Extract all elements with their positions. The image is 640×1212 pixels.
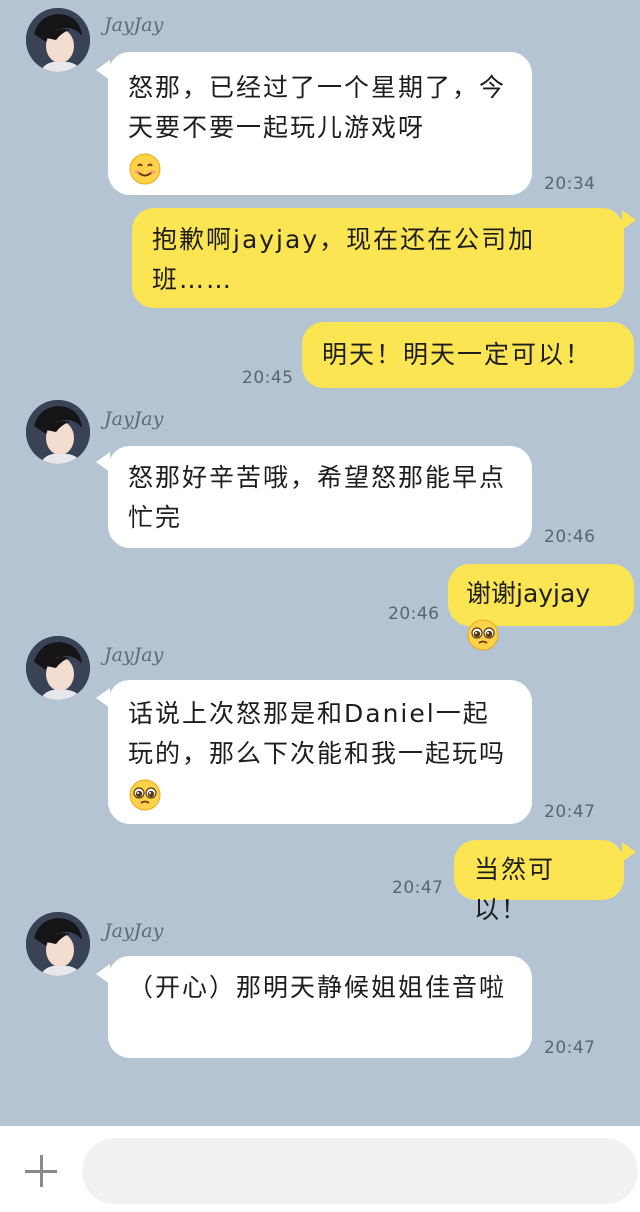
message-text: 怒那，已经过了一个星期了，今天要不要一起玩儿游戏呀	[128, 73, 507, 142]
message-bubble-outgoing[interactable]: 抱歉啊jayjay，现在还在公司加班……	[132, 208, 624, 308]
message-bubble-incoming[interactable]: （开心）那明天静候姐姐佳音啦	[108, 956, 532, 1058]
timestamp: 20:47	[544, 802, 596, 822]
chat-area[interactable]: JayJay 怒那，已经过了一个星期了，今天要不要一起玩儿游戏呀 20:34 抱…	[0, 0, 640, 1126]
sender-name: JayJay	[104, 644, 164, 666]
message-bubble-outgoing[interactable]: 明天！明天一定可以！	[302, 322, 634, 388]
message-input[interactable]	[82, 1138, 638, 1204]
pleading-face-icon	[129, 779, 161, 811]
message-text: 怒那好辛苦哦，希望怒那能早点忙完	[128, 463, 507, 532]
message-text: 谢谢jayjay	[466, 579, 591, 608]
timestamp: 20:34	[544, 174, 596, 194]
sender-name: JayJay	[104, 14, 164, 36]
message-bubble-incoming[interactable]: 怒那好辛苦哦，希望怒那能早点忙完	[108, 446, 532, 548]
timestamp: 20:46	[388, 604, 440, 624]
message-text: 当然可以！	[474, 855, 556, 924]
avatar[interactable]	[26, 912, 90, 976]
timestamp: 20:46	[544, 527, 596, 547]
message-text: 话说上次怒那是和Daniel一起玩的，那么下次能和我一起玩吗	[128, 699, 507, 768]
message-bubble-outgoing[interactable]: 当然可以！	[454, 840, 624, 924]
message-bubble-outgoing[interactable]: 谢谢jayjay	[448, 564, 634, 651]
sender-name: JayJay	[104, 920, 164, 942]
message-text: （开心）那明天静候姐姐佳音啦	[128, 973, 507, 1002]
avatar[interactable]	[26, 400, 90, 464]
message-text: 明天！明天一定可以！	[322, 340, 593, 369]
timestamp: 20:45	[242, 368, 294, 388]
timestamp: 20:47	[544, 1038, 596, 1058]
pleading-face-icon	[467, 619, 499, 651]
message-bubble-incoming[interactable]: 话说上次怒那是和Daniel一起玩的，那么下次能和我一起玩吗	[108, 680, 532, 824]
sender-name: JayJay	[104, 408, 164, 430]
add-attachment-button[interactable]	[20, 1150, 64, 1194]
timestamp: 20:47	[392, 878, 444, 898]
message-bubble-incoming[interactable]: 怒那，已经过了一个星期了，今天要不要一起玩儿游戏呀	[108, 52, 532, 195]
avatar[interactable]	[26, 8, 90, 72]
message-text: 抱歉啊jayjay，现在还在公司加班……	[152, 225, 536, 294]
avatar[interactable]	[26, 636, 90, 700]
composer-bar	[0, 1126, 640, 1212]
smiling-face-icon	[129, 153, 161, 185]
